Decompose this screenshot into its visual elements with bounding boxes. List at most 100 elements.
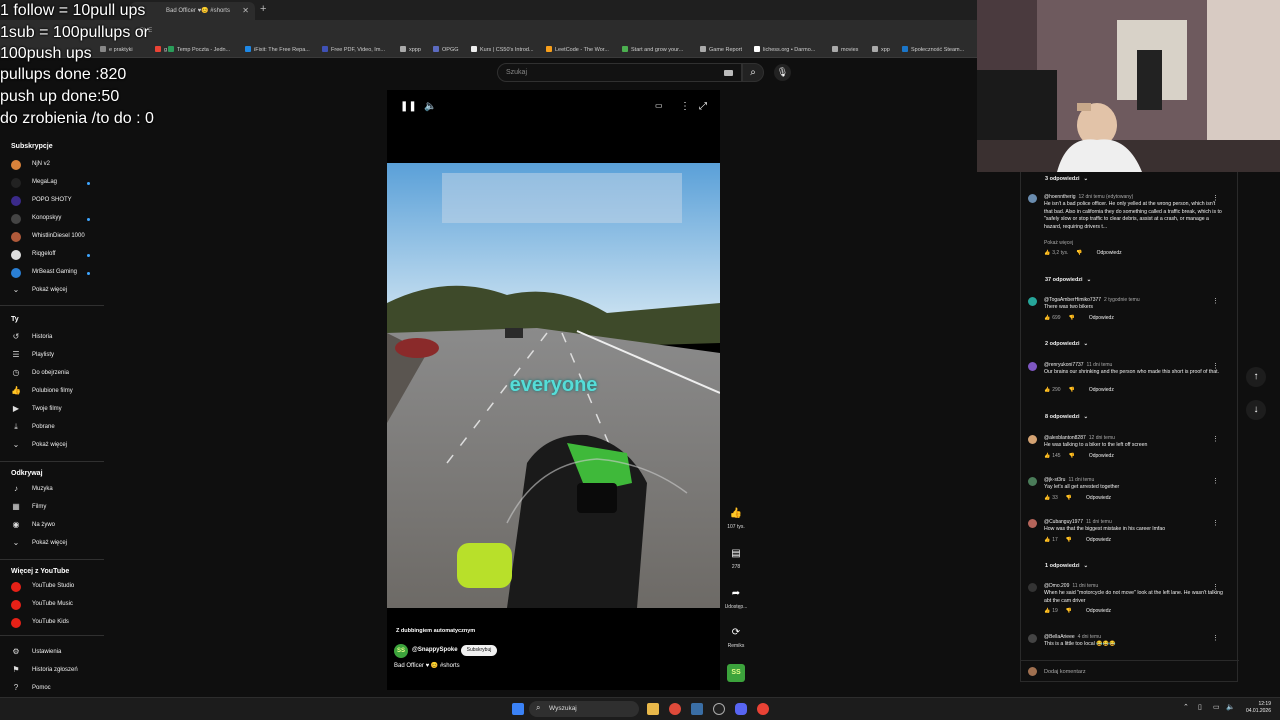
thumbs-down-icon[interactable]: 👎 (1066, 537, 1072, 543)
sidebar-item[interactable]: ⚑ Historia zgłoszeń (0, 663, 105, 679)
sidebar-item[interactable]: ⌄ Pokaż więcej (0, 536, 105, 552)
bookmark-item[interactable]: movies (832, 46, 858, 53)
channel-avatar[interactable]: SS (394, 644, 408, 658)
speaker-icon[interactable]: 🔈 (1226, 703, 1235, 711)
thumbs-up-icon[interactable]: 👍 (1044, 453, 1050, 459)
discord-icon[interactable] (735, 703, 747, 715)
commenter-avatar[interactable] (1028, 435, 1037, 444)
comment-reply-button[interactable]: Odpowiedz (1086, 495, 1111, 501)
sidebar-item-subscription[interactable]: MrBeast Gaming (0, 265, 105, 281)
thumbs-down-icon[interactable]: 👎 (1076, 250, 1082, 256)
bookmark-item[interactable]: g (155, 46, 167, 53)
commenter-avatar[interactable] (1028, 634, 1037, 643)
thumbs-down-icon[interactable]: 👎 (1069, 315, 1075, 321)
volume-icon[interactable]: 🔈 (424, 101, 436, 112)
commenter-avatar[interactable] (1028, 583, 1037, 592)
voice-search-button[interactable]: 🎙 (774, 64, 791, 81)
sidebar-item[interactable]: ⌄ Pokaż więcej (0, 438, 105, 454)
commenter-avatar[interactable] (1028, 362, 1037, 371)
sidebar-item[interactable]: ▦ Filmy (0, 500, 105, 516)
comment-show-more[interactable]: Pokaż więcej (1044, 240, 1073, 246)
comment-author[interactable]: @Cubanguy1977 (1044, 519, 1083, 525)
sidebar-item[interactable]: ☰ Playlisty (0, 348, 105, 364)
sidebar-item[interactable]: ⚙ Ustawienia (0, 645, 105, 661)
sidebar-item[interactable]: ⤓ Pobrane (0, 420, 105, 436)
sidebar-item[interactable]: 👍 Polubione filmy (0, 384, 105, 400)
thumbs-up-icon[interactable]: 👍 (1044, 250, 1050, 256)
thumbs-down-icon[interactable]: 👎 (1069, 453, 1075, 459)
replies-toggle[interactable]: 2 odpowiedzi ⌄ (1045, 341, 1088, 347)
comment-reply-button[interactable]: Odpowiedz (1089, 453, 1114, 459)
captions-icon[interactable]: ▭ (655, 101, 663, 110)
remix-audio-thumbnail[interactable]: SS (727, 664, 745, 682)
comment-author[interactable]: @jk-st3ru (1044, 477, 1065, 483)
tray-chevron-icon[interactable]: ⌃ (1183, 703, 1189, 711)
comment-author[interactable]: @hoenntherig (1044, 194, 1076, 200)
comment-reply-button[interactable]: Odpowiedz (1086, 608, 1111, 614)
sidebar-item-subscription[interactable]: WhistlinDiesel 1000 (0, 229, 105, 245)
github-icon[interactable] (713, 703, 725, 715)
thumbs-up-icon[interactable]: 👍 (1044, 387, 1050, 393)
keyboard-icon[interactable] (724, 70, 733, 76)
action-remix-button[interactable]: ⟳ Remiks (722, 627, 750, 649)
browser-tab-active[interactable]: Bad Officer ♥😊 #shorts ✕ (130, 2, 255, 20)
sidebar-item[interactable]: YouTube Studio (0, 579, 105, 595)
chrome-icon[interactable] (669, 703, 681, 715)
action-comments-button[interactable]: ▤ 278 (722, 548, 750, 570)
sidebar-item[interactable]: YouTube Kids (0, 615, 105, 631)
thumbs-down-icon[interactable]: 👎 (1066, 608, 1072, 614)
sidebar-section-title[interactable]: Więcej z YouTube (11, 568, 69, 575)
previous-short-button[interactable]: ↑ (1246, 367, 1266, 387)
replies-toggle[interactable]: 3 odpowiedzi ⌄ (1045, 176, 1088, 182)
sidebar-item-subscription[interactable]: POPO SHOTY (0, 193, 105, 209)
sidebar-item-subscription[interactable]: NjN v2 (0, 157, 105, 173)
sidebar-item[interactable]: YouTube Music (0, 597, 105, 613)
sidebar-item-subscription[interactable]: MegaLag (0, 175, 105, 191)
sidebar-show-more[interactable]: ⌄ Pokaż więcej (0, 283, 105, 299)
replies-toggle[interactable]: 37 odpowiedzi ⌄ (1045, 277, 1091, 283)
battery-icon[interactable]: ▯ (1198, 703, 1202, 711)
network-icon[interactable]: ▭ (1213, 703, 1220, 711)
bookmark-item[interactable]: lichess.org • Darmo... (754, 46, 815, 53)
thumbs-up-icon[interactable]: 👍 (1044, 495, 1050, 501)
bookmark-item[interactable]: Temp Poczta - Jedn... (168, 46, 230, 53)
bookmark-item[interactable]: Game Report (700, 46, 742, 53)
taskbar-search[interactable]: ⌕ Wyszukaj (529, 701, 639, 717)
search-input[interactable]: Szukaj (497, 63, 742, 82)
bookmark-item[interactable]: xppp (400, 46, 421, 53)
commenter-avatar[interactable] (1028, 297, 1037, 306)
comment-author[interactable]: @renryukoni7737 (1044, 362, 1084, 368)
steam-icon[interactable] (691, 703, 703, 715)
commenter-avatar[interactable] (1028, 194, 1037, 203)
sidebar-item[interactable]: ▶ Twoje filmy (0, 402, 105, 418)
new-tab-button[interactable]: + (260, 3, 266, 15)
comment-reply-button[interactable]: Odpowiedz (1089, 387, 1114, 393)
bookmark-item[interactable]: LeetCode - The Wor... (546, 46, 609, 53)
sidebar-item-subscription[interactable]: Konopskyy (0, 211, 105, 227)
more-options-icon[interactable]: ⋮ (680, 101, 690, 112)
close-tab-icon[interactable]: ✕ (242, 6, 249, 15)
bookmark-item[interactable]: Start and grow your... (622, 46, 683, 53)
next-short-button[interactable]: ↓ (1246, 400, 1266, 420)
bookmark-item[interactable]: e praktyki (100, 46, 133, 53)
windows-start-icon[interactable] (512, 703, 524, 715)
sidebar-item[interactable]: ? Pomoc (0, 681, 105, 697)
replies-toggle[interactable]: 8 odpowiedzi ⌄ (1045, 414, 1088, 420)
commenter-avatar[interactable] (1028, 519, 1037, 528)
bookmark-item[interactable]: iFixit: The Free Repa... (245, 46, 310, 53)
search-button[interactable]: ⌕ (742, 63, 764, 82)
comment-reply-button[interactable]: Odpowiedz (1097, 250, 1122, 256)
comment-reply-button[interactable]: Odpowiedz (1089, 315, 1114, 321)
bookmark-item[interactable]: Kurs | CS50's Introd... (471, 46, 534, 53)
thumbs-down-icon[interactable]: 👎 (1069, 387, 1075, 393)
sidebar-section-title[interactable]: Subskrypcje (11, 143, 53, 150)
sidebar-item[interactable]: ◉ Na żywo (0, 518, 105, 534)
add-comment-bar[interactable]: Dodaj komentarz (1021, 660, 1239, 682)
thumbs-up-icon[interactable]: 👍 (1044, 608, 1050, 614)
replies-toggle[interactable]: 1 odpowiedzi ⌄ (1045, 563, 1088, 569)
comment-author[interactable]: @alexblanton8287 (1044, 435, 1086, 441)
browser-icon[interactable] (757, 703, 769, 715)
action-share-button[interactable]: ➦ Udostęp... (722, 588, 750, 610)
action-like-button[interactable]: 👍 107 tys. (722, 508, 750, 530)
file-explorer-icon[interactable] (647, 703, 659, 715)
